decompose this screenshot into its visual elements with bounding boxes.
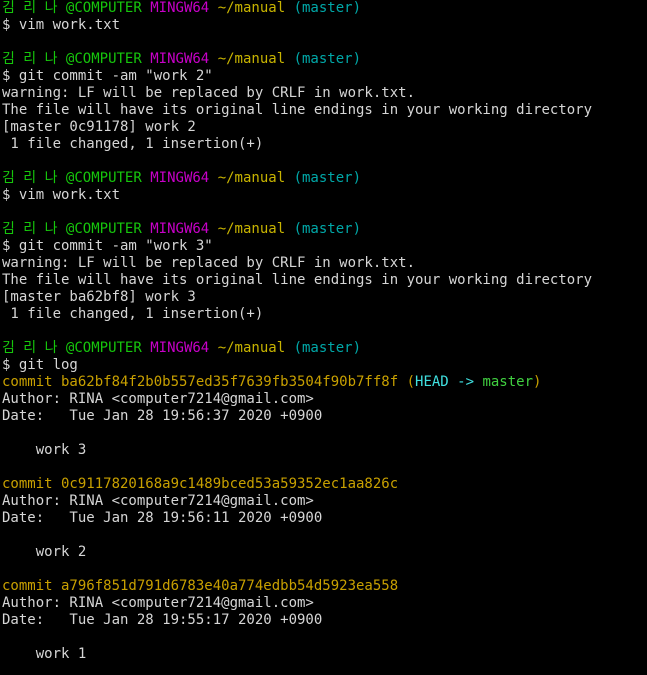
output-text: $ vim work.txt: [2, 17, 121, 33]
output-line: The file will have its original line end…: [2, 102, 647, 119]
output-text: The file will have its original line end…: [2, 102, 593, 118]
prompt-system: MINGW64: [150, 340, 210, 356]
prompt-system: MINGW64: [150, 221, 210, 237]
prompt-user-host: 김 리 나 @COMPUTER: [2, 51, 142, 67]
output-line: work 1: [2, 646, 647, 663]
output-text: warning: LF will be replaced by CRLF in …: [2, 255, 416, 271]
output-text: Author: RINA <computer7214@gmail.com>: [2, 391, 314, 407]
output-text: 1 file changed, 1 insertion(+): [2, 306, 264, 322]
prompt-line: 김 리 나 @COMPUTER MINGW64 ~/manual (master…: [2, 340, 647, 357]
output-line: 1 file changed, 1 insertion(+): [2, 306, 647, 323]
output-line: $ git commit -am "work 3": [2, 238, 647, 255]
output-text: work 1: [2, 646, 87, 662]
output-text: 1 file changed, 1 insertion(+): [2, 136, 264, 152]
prompt-path: ~/manual: [217, 51, 286, 67]
output-line: $ git commit -am "work 2": [2, 68, 647, 85]
prompt-user-host: 김 리 나 @COMPUTER: [2, 0, 142, 16]
prompt-system: MINGW64: [150, 0, 210, 16]
commit-line: commit 0c9117820168a9c1489bced53a59352ec…: [2, 476, 647, 493]
prompt-line: 김 리 나 @COMPUTER MINGW64 ~/manual (master…: [2, 0, 647, 17]
prompt-system: MINGW64: [150, 51, 210, 67]
commit-hash: commit a796f851d791d6783e40a774edbb54d59…: [2, 578, 399, 594]
output-text: warning: LF will be replaced by CRLF in …: [2, 85, 416, 101]
prompt-branch: (master): [293, 340, 361, 356]
prompt-path: ~/manual: [217, 170, 286, 186]
output-line: work 2: [2, 544, 647, 561]
prompt-user-host: 김 리 나 @COMPUTER: [2, 221, 142, 237]
output-text: Date: Tue Jan 28 19:55:17 2020 +0900: [2, 612, 323, 628]
output-text: The file will have its original line end…: [2, 272, 593, 288]
prompt-branch: (master): [293, 221, 361, 237]
output-line: warning: LF will be replaced by CRLF in …: [2, 85, 647, 102]
output-line: [master 0c91178] work 2: [2, 119, 647, 136]
output-text: $ git commit -am "work 2": [2, 68, 213, 84]
output-line: Author: RINA <computer7214@gmail.com>: [2, 595, 647, 612]
prompt-line: 김 리 나 @COMPUTER MINGW64 ~/manual (master…: [2, 221, 647, 238]
output-text: work 2: [2, 544, 87, 560]
prompt-user-host: 김 리 나 @COMPUTER: [2, 340, 142, 356]
output-line: Author: RINA <computer7214@gmail.com>: [2, 493, 647, 510]
prompt-user-host: 김 리 나 @COMPUTER: [2, 170, 142, 186]
output-line: warning: LF will be replaced by CRLF in …: [2, 255, 647, 272]
output-line: Date: Tue Jan 28 19:55:17 2020 +0900: [2, 612, 647, 629]
terminal-window[interactable]: 김 리 나 @COMPUTER MINGW64 ~/manual (master…: [0, 0, 647, 663]
output-text: Author: RINA <computer7214@gmail.com>: [2, 595, 314, 611]
head-ref: HEAD ->: [415, 374, 483, 390]
commit-line: commit a796f851d791d6783e40a774edbb54d59…: [2, 578, 647, 595]
output-text: Date: Tue Jan 28 19:56:11 2020 +0900: [2, 510, 323, 526]
output-text: [master 0c91178] work 2: [2, 119, 196, 135]
prompt-path: ~/manual: [217, 221, 286, 237]
output-line: [master ba62bf8] work 3: [2, 289, 647, 306]
prompt-path: ~/manual: [217, 0, 286, 16]
output-text: work 3: [2, 442, 87, 458]
output-line: Date: Tue Jan 28 19:56:37 2020 +0900: [2, 408, 647, 425]
output-line: $ vim work.txt: [2, 17, 647, 34]
output-text: Date: Tue Jan 28 19:56:37 2020 +0900: [2, 408, 323, 424]
commit-hash: commit 0c9117820168a9c1489bced53a59352ec…: [2, 476, 399, 492]
ref-open-paren: (: [398, 374, 416, 390]
prompt-system: MINGW64: [150, 170, 210, 186]
output-text: $ vim work.txt: [2, 187, 121, 203]
output-line: $ vim work.txt: [2, 187, 647, 204]
output-line: $ git log: [2, 357, 647, 374]
output-line: Date: Tue Jan 28 19:56:11 2020 +0900: [2, 510, 647, 527]
output-line: The file will have its original line end…: [2, 272, 647, 289]
output-text: $ git log: [2, 357, 78, 373]
output-text: $ git commit -am "work 3": [2, 238, 213, 254]
output-line: 1 file changed, 1 insertion(+): [2, 136, 647, 153]
output-line: Author: RINA <computer7214@gmail.com>: [2, 391, 647, 408]
prompt-line: 김 리 나 @COMPUTER MINGW64 ~/manual (master…: [2, 170, 647, 187]
prompt-branch: (master): [293, 51, 361, 67]
prompt-branch: (master): [293, 0, 361, 16]
prompt-branch: (master): [293, 170, 361, 186]
ref-close-paren: ): [533, 374, 542, 390]
branch-ref: master: [482, 374, 534, 390]
commit-line: commit ba62bf84f2b0b557ed35f7639fb3504f9…: [2, 374, 647, 391]
prompt-path: ~/manual: [217, 340, 286, 356]
output-text: [master ba62bf8] work 3: [2, 289, 196, 305]
commit-hash: commit ba62bf84f2b0b557ed35f7639fb3504f9…: [2, 374, 399, 390]
prompt-line: 김 리 나 @COMPUTER MINGW64 ~/manual (master…: [2, 51, 647, 68]
output-text: Author: RINA <computer7214@gmail.com>: [2, 493, 314, 509]
output-line: work 3: [2, 442, 647, 459]
